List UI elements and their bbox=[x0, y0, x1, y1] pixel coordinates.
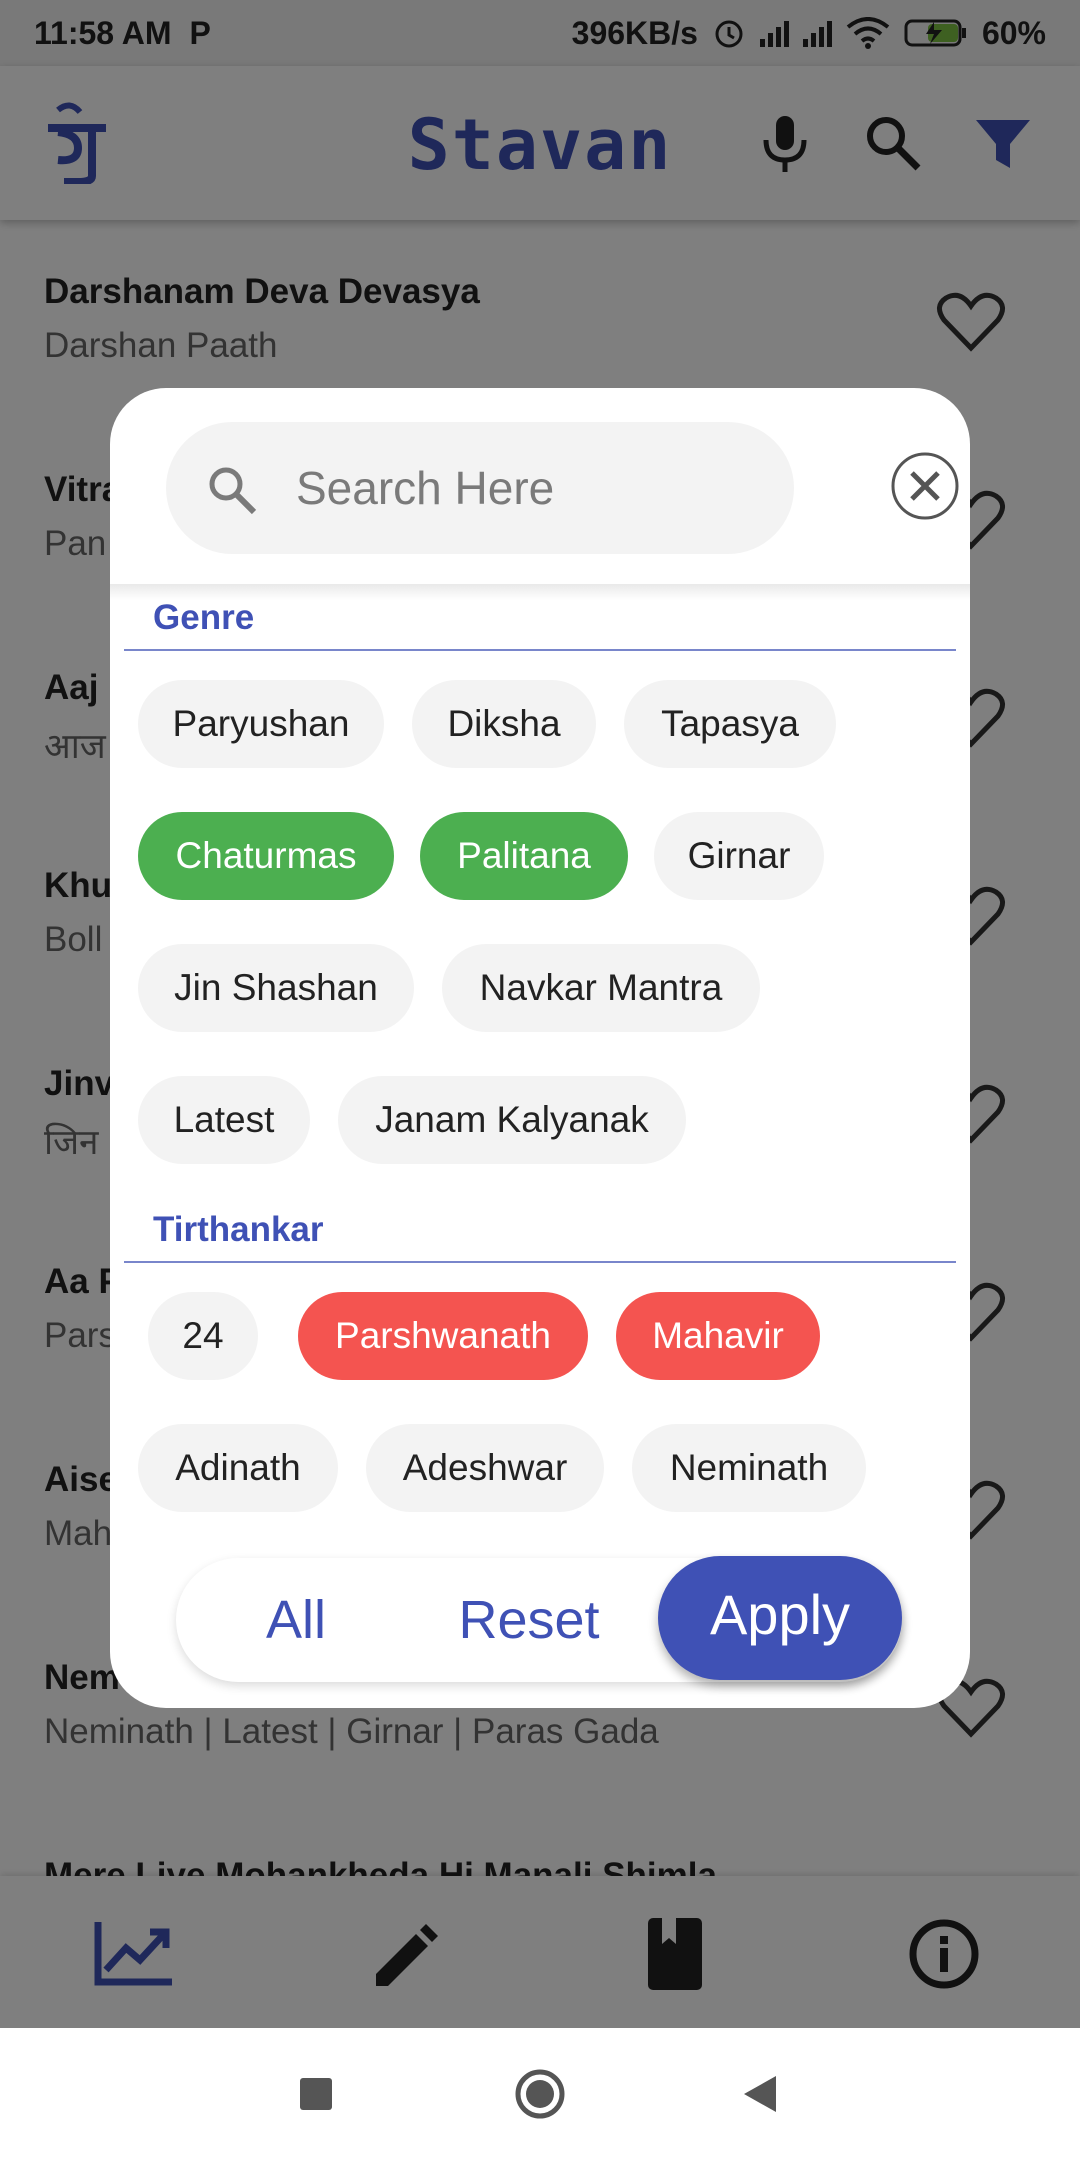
recents-icon[interactable] bbox=[298, 2076, 334, 2112]
filter-actions: All Reset Apply bbox=[176, 1556, 902, 1682]
genre-chip[interactable]: Diksha bbox=[412, 680, 596, 768]
back-icon[interactable] bbox=[740, 2074, 780, 2114]
tirthankar-chip[interactable]: Adeshwar bbox=[366, 1424, 604, 1512]
filter-search-bar bbox=[166, 420, 959, 560]
genre-chip[interactable]: Paryushan bbox=[138, 680, 384, 768]
system-navigation-bar bbox=[0, 2028, 1080, 2160]
close-icon[interactable] bbox=[890, 451, 960, 521]
tirthankar-chip[interactable]: 24 bbox=[148, 1292, 258, 1380]
genre-chip[interactable]: Tapasya bbox=[624, 680, 836, 768]
apply-button[interactable]: Apply bbox=[658, 1556, 902, 1680]
genre-chip-selected[interactable]: Chaturmas bbox=[138, 812, 394, 900]
genre-chip[interactable]: Navkar Mantra bbox=[442, 944, 760, 1032]
all-button[interactable]: All bbox=[216, 1558, 376, 1682]
tirthankar-divider bbox=[124, 1261, 956, 1263]
genre-section-title: Genre bbox=[153, 598, 255, 637]
tirthankar-chip-selected[interactable]: Mahavir bbox=[616, 1292, 820, 1380]
tirthankar-section-title: Tirthankar bbox=[153, 1210, 324, 1249]
genre-chip[interactable]: Jin Shashan bbox=[138, 944, 414, 1032]
tirthankar-chip[interactable]: Neminath bbox=[632, 1424, 866, 1512]
filter-dialog: Genre Paryushan Diksha Tapasya Chaturmas… bbox=[110, 388, 970, 1708]
search-input[interactable] bbox=[296, 452, 766, 524]
genre-chip[interactable]: Girnar bbox=[654, 812, 824, 900]
genre-divider bbox=[124, 649, 956, 651]
genre-chip[interactable]: Janam Kalyanak bbox=[338, 1076, 686, 1164]
tirthankar-chip[interactable]: Adinath bbox=[138, 1424, 338, 1512]
search-icon bbox=[209, 467, 257, 515]
reset-button[interactable]: Reset bbox=[424, 1558, 634, 1682]
home-icon[interactable] bbox=[514, 2068, 566, 2120]
genre-chip[interactable]: Latest bbox=[138, 1076, 310, 1164]
tirthankar-chip-selected[interactable]: Parshwanath bbox=[298, 1292, 588, 1380]
genre-chip-selected[interactable]: Palitana bbox=[420, 812, 628, 900]
search-box[interactable] bbox=[166, 422, 794, 554]
